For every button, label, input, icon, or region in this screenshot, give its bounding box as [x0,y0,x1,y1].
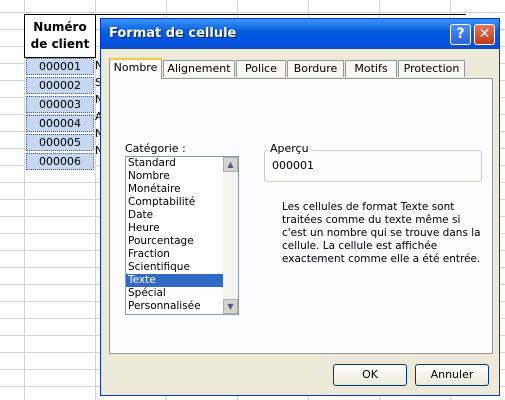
id-cell[interactable]: 000006 [26,153,94,170]
list-item[interactable]: Pourcentage [126,235,224,248]
preview-label: Aperçu [268,142,311,155]
tab-motifs[interactable]: Motifs [345,60,397,77]
category-scrollbar[interactable]: ▲ ▼ [223,157,238,314]
tab-police[interactable]: Police [236,60,286,77]
list-item[interactable]: Date [126,209,224,222]
ok-button[interactable]: OK [333,364,407,386]
list-item[interactable]: Personnalisée [126,300,224,313]
list-item[interactable]: Spécial [126,287,224,300]
id-cell[interactable]: 000004 [26,115,94,132]
tab-alignement[interactable]: Alignement [163,60,235,77]
tab-bordure[interactable]: Bordure [287,60,344,77]
title-bar[interactable]: Format de cellule ? ✕ [101,19,499,49]
list-item[interactable]: Fraction [126,248,224,261]
list-item[interactable]: Nombre [126,170,224,183]
list-item[interactable]: Standard [126,157,224,170]
scroll-up-icon[interactable]: ▲ [223,157,238,172]
id-cell[interactable]: 000005 [26,134,94,151]
list-item[interactable]: Scientifique [126,261,224,274]
category-label: Catégorie : [125,142,186,155]
id-cell[interactable]: 000003 [26,96,94,113]
header-line-1: Numéro [33,20,87,34]
format-cells-dialog: Format de cellule ? ✕ Nombre Alignement … [100,18,500,396]
id-cell[interactable]: 000002 [26,77,94,94]
dialog-title: Format de cellule [109,26,237,41]
tab-protection[interactable]: Protection [398,60,465,77]
list-item[interactable]: Comptabilité [126,196,224,209]
preview-value: 000001 [272,159,314,172]
list-item-selected[interactable]: Texte [126,274,224,287]
client-id-column: 000001 000002 000003 000004 000005 00000… [26,58,94,172]
category-list[interactable]: Standard Nombre Monétaire Comptabilité D… [125,156,239,315]
cancel-button[interactable]: Annuler [415,364,489,386]
tab-nombre[interactable]: Nombre [109,58,162,79]
list-item[interactable]: Heure [126,222,224,235]
header-line-2: de client [30,37,90,51]
list-item[interactable]: Monétaire [126,183,224,196]
format-description: Les cellules de format Texte sont traité… [282,201,481,265]
id-cell[interactable]: 000001 [26,58,94,75]
tab-panel-nombre: Catégorie : Standard Nombre Monétaire Co… [109,78,493,354]
help-icon[interactable]: ? [450,24,471,45]
sheet-border [94,14,466,15]
close-icon[interactable]: ✕ [474,24,495,45]
column-header-cell[interactable]: Numéro de client [24,14,96,58]
scroll-down-icon[interactable]: ▼ [223,299,238,314]
